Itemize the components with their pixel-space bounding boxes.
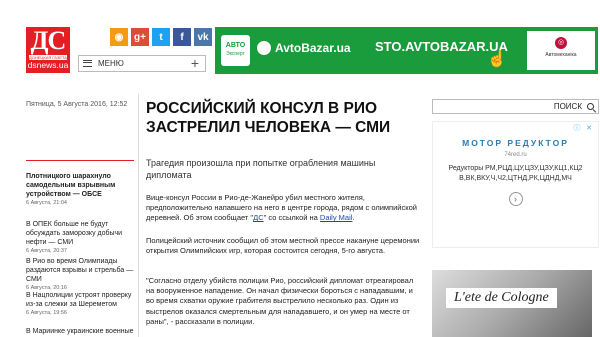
social-links: ◉ g+ t f vk — [110, 28, 212, 46]
news-title[interactable]: В Нацполиции устроят проверку из-за слеж… — [26, 291, 134, 309]
daily-mail-link[interactable]: Daily Mail — [320, 213, 353, 222]
article-date: Пятница, 5 Августа 2016, 12:52 — [26, 101, 128, 108]
article-paragraph-1: Вице-консул России в Рио-де-Жанейро убил… — [146, 193, 417, 223]
news-date: 6 Августа, 21:04 — [26, 200, 67, 206]
sidebar-divider — [26, 160, 134, 161]
menu-button[interactable]: МЕНЮ + — [78, 55, 206, 72]
car-icon — [257, 41, 271, 55]
hamburger-icon — [83, 60, 92, 67]
article-headline: РОССИЙСКИЙ КОНСУЛ В РИО ЗАСТРЕЛИЛ ЧЕЛОВЕ… — [146, 100, 391, 136]
news-date: 6 Августа, 20:37 — [26, 248, 67, 254]
google-plus-icon[interactable]: g+ — [131, 28, 149, 46]
automechanika-logo-icon: ◎ — [555, 37, 567, 49]
ad-close-icon[interactable]: ✕ — [584, 124, 594, 134]
sidebar-news-item[interactable]: В ОПЕК больше не будут обсуждать замороз… — [26, 220, 134, 254]
twitter-icon[interactable]: t — [152, 28, 170, 46]
news-title[interactable]: В Рио во время Олимпиады раздаются взрыв… — [26, 257, 134, 284]
column-divider — [138, 94, 139, 337]
vk-icon[interactable]: vk — [194, 28, 212, 46]
search-icon[interactable] — [587, 103, 594, 110]
news-title[interactable]: Плотницкого шарахнуло самодельным взрывн… — [26, 172, 134, 199]
sidebar-news-item[interactable]: В Мариинке украинские военные — [26, 327, 134, 336]
cologne-ad-label: L'ete de Cologne — [446, 288, 557, 308]
news-date: 6 Августа, 19:56 — [26, 310, 67, 316]
ad-arrow-icon[interactable]: › — [508, 192, 523, 206]
hand-cursor-icon: ☝ — [487, 51, 507, 68]
article-paragraph-2: Полицейский источник сообщил об этом мес… — [146, 236, 420, 256]
ad-body: Редукторы РМ,РЦД,ЦУ,ЦЗУ,ЦЗУ,КЦ1,КЦ2 В,ВК… — [448, 165, 583, 182]
sidebar-news-item[interactable]: В Нацполиции устроят проверку из-за слеж… — [26, 291, 134, 316]
logo-site: dsnews.ua — [27, 60, 69, 70]
menu-label: МЕНЮ — [98, 59, 124, 68]
ds-link[interactable]: ДС — [253, 213, 264, 222]
cologne-ad[interactable]: L'ete de Cologne — [432, 270, 592, 337]
sidebar-news-item[interactable]: Плотницкого шарахнуло самодельным взрывн… — [26, 172, 134, 206]
plus-icon: + — [190, 55, 199, 71]
ad-info-icon[interactable]: ⓘ — [572, 124, 582, 134]
news-title[interactable]: В Мариинке украинские военные — [26, 327, 134, 336]
facebook-icon[interactable]: f — [173, 28, 191, 46]
site-logo[interactable]: ДС ДОНЕЦКАЯ ГАЗЕТА dsnews.ua — [26, 27, 70, 73]
search-label: ПОИСК — [553, 102, 582, 111]
ad-site: 74red.ru — [504, 152, 527, 158]
search-box[interactable]: ПОИСК — [432, 99, 599, 114]
ad-title: МОТОР РЕДУКТОР — [462, 138, 569, 148]
article-lead: Трагедия произошла при попытке ограблени… — [146, 158, 376, 180]
logo-letters: ДС — [30, 26, 67, 55]
article-paragraph-3: "Согласно отделу убийств полиции Рио, ро… — [146, 276, 414, 326]
news-title[interactable]: В ОПЕК больше не будут обсуждать замороз… — [26, 220, 134, 247]
avto-expert-badge: АВТО Эксперт — [221, 35, 250, 66]
motor-reductor-ad[interactable]: ⓘ ✕ МОТОР РЕДУКТОР 74red.ru Редукторы РМ… — [432, 121, 599, 248]
rss-icon[interactable]: ◉ — [110, 28, 128, 46]
sidebar-news-item[interactable]: В Рио во время Олимпиады раздаются взрыв… — [26, 257, 134, 291]
banner-right-box: ◎ Автомеханіка — [527, 31, 595, 70]
banner-text-1: AvtoBazar.ua — [275, 41, 351, 55]
banner-right-caption: Автомеханіка — [545, 52, 577, 58]
autobazar-banner[interactable]: АВТО Эксперт AvtoBazar.ua STO.AVTOBAZAR.U… — [215, 27, 598, 74]
